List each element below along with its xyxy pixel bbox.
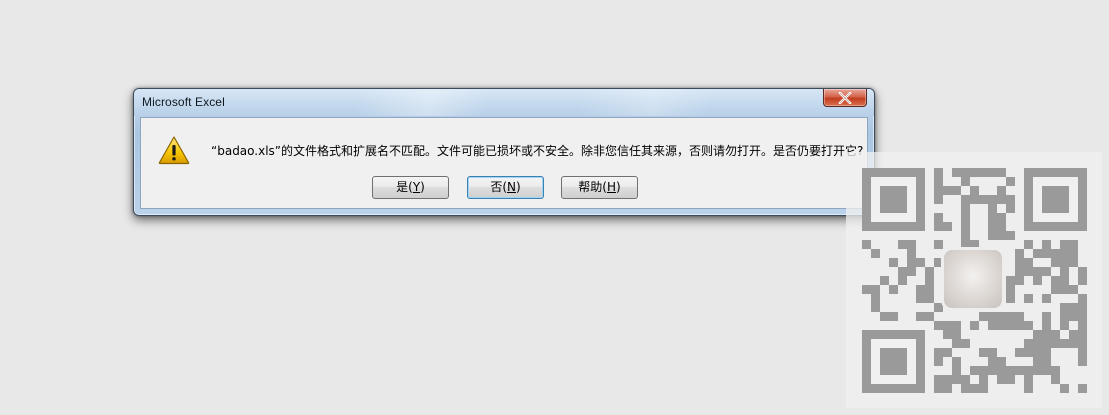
dialog-title: Microsoft Excel — [142, 95, 225, 109]
no-button-mnemonic: N — [507, 180, 516, 194]
help-button-label: 帮助 — [578, 180, 603, 194]
no-button-label: 否 — [490, 180, 503, 194]
close-button[interactable] — [823, 89, 867, 107]
dialog-message: “badao.xls”的文件格式和扩展名不匹配。文件可能已损坏或不安全。除非您信… — [211, 144, 864, 158]
help-button-mnemonic: H — [606, 180, 617, 194]
help-button-mnemonic-close: ) — [616, 180, 621, 194]
no-button-mnemonic-close: ) — [516, 180, 521, 194]
dialog-title-bar[interactable]: Microsoft Excel — [134, 89, 874, 116]
desktop-background: Microsoft Excel “badao.xls”的文件格式和扩展名不匹配。… — [0, 0, 1109, 415]
close-icon — [838, 91, 852, 104]
message-dialog: Microsoft Excel “badao.xls”的文件格式和扩展名不匹配。… — [133, 88, 875, 216]
qr-code-watermark — [846, 152, 1102, 408]
warning-icon — [158, 136, 190, 165]
help-button[interactable]: 帮助(H) — [561, 176, 638, 199]
dialog-body: “badao.xls”的文件格式和扩展名不匹配。文件可能已损坏或不安全。除非您信… — [140, 117, 868, 209]
yes-button[interactable]: 是(Y) — [372, 176, 449, 199]
yes-button-label: 是 — [396, 180, 409, 194]
no-button[interactable]: 否(N) — [467, 176, 544, 199]
yes-button-mnemonic-close: ) — [420, 180, 425, 194]
avatar — [944, 250, 1002, 308]
